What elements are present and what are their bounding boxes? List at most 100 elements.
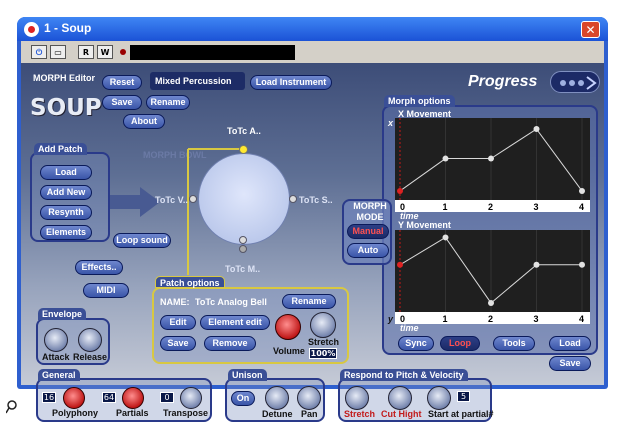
load-instrument-button[interactable]: Load Instrument [250,75,332,90]
morph-node-left[interactable] [189,195,197,203]
unison-title: Unison [228,369,267,381]
x-tick-label: 2 [488,202,493,212]
x-point [488,155,494,162]
cut-hight-knob[interactable] [388,386,412,410]
unison-on-button[interactable]: On [231,391,255,406]
partials-knob[interactable] [122,387,144,409]
x-movement-chart[interactable]: 01234 [395,118,590,224]
add-new-button[interactable]: Add New [40,185,92,200]
record-indicator [120,49,126,55]
power-button[interactable]: ⏻ [31,45,47,59]
pan-knob[interactable] [297,386,321,410]
progress-brand: Progress [468,73,538,90]
y-point [442,234,449,241]
x-point [397,187,403,194]
progress-logo-icon [550,71,600,93]
rename-button[interactable]: Rename [146,95,190,110]
patch-rename-button[interactable]: Rename [282,294,336,309]
y-time-label: time [400,323,419,333]
x-time-label: time [400,211,419,221]
add-patch-load-button[interactable]: Load [40,165,92,180]
respond-stretch-knob[interactable] [345,386,369,410]
write-automation-button[interactable]: W [97,45,113,59]
x-tick-label: 4 [579,202,584,212]
element-edit-button[interactable]: Element edit [200,315,270,330]
resynth-button[interactable]: Resynth [40,205,92,220]
auto-mode-button[interactable]: Auto [347,243,389,258]
sync-button[interactable]: Sync [398,336,434,351]
detune-knob[interactable] [265,386,289,410]
y-point [579,261,585,268]
transpose-knob[interactable] [180,387,202,409]
loop-button[interactable]: Loop [440,336,480,351]
add-patch-title: Add Patch [34,143,87,155]
morph-options-title: Morph options [384,95,455,107]
stretch-knob[interactable] [310,312,336,338]
start-partial-knob[interactable] [427,386,451,410]
morph-slot-left-label: ToTc V.. [155,195,188,205]
manual-mode-button[interactable]: Manual [347,224,389,239]
read-automation-button[interactable]: R [78,45,94,59]
morph-cursor-handle[interactable] [239,145,248,154]
morph-node-right[interactable] [289,195,297,203]
y-plot-area [395,230,590,312]
respond-title: Respond to Pitch & Velocity [340,369,468,381]
stretch-value[interactable]: 100% [309,348,337,359]
sizing-icon [6,400,17,414]
tools-button[interactable]: Tools [493,336,535,351]
release-label: Release [73,352,108,362]
morph-node-bottom-2 [239,245,247,253]
partials-value[interactable]: 64 [102,392,116,403]
x-axis-letter: x [388,118,394,128]
morph-slot-right-label: ToTc S.. [299,195,333,205]
save-button[interactable]: Save [102,95,142,110]
cut-hight-label: Cut Hight [381,409,422,419]
about-button[interactable]: About [123,114,165,129]
y-axis-letter: y [388,314,394,324]
patch-name-display[interactable]: Mixed Percussion [150,72,245,90]
remove-button[interactable]: Remove [204,336,256,351]
reset-button[interactable]: Reset [102,75,142,90]
x-point [442,155,449,162]
release-knob[interactable] [78,328,102,352]
loop-sound-button[interactable]: Loop sound [113,233,171,248]
y-tick-label: 3 [534,314,539,324]
morph-editor-label: MORPH Editor [33,73,95,83]
respond-stretch-label: Stretch [344,409,376,419]
polyphony-label: Polyphony [52,408,99,418]
midi-button[interactable]: MIDI [83,283,129,298]
transpose-label: Transpose [163,408,209,418]
patch-edit-button[interactable]: Edit [160,315,196,330]
close-button[interactable]: ✕ [581,21,600,38]
morph-save-button[interactable]: Save [549,356,591,371]
x-point [579,187,585,194]
patch-name-label: NAME: [160,297,190,307]
morph-node-bottom[interactable] [239,236,247,244]
x-tick-label: 1 [443,202,448,212]
title-bar [17,17,608,41]
transpose-value[interactable]: 0 [160,392,174,403]
polyphony-value[interactable]: 16 [42,392,56,403]
stretch-label: Stretch [308,337,340,347]
elements-button[interactable]: Elements [40,225,92,240]
volume-knob[interactable] [275,314,301,340]
app-icon [24,22,39,37]
envelope-title: Envelope [38,308,87,320]
attack-knob[interactable] [44,328,68,352]
start-partial-value[interactable]: 5 [457,391,470,402]
monitor-button[interactable]: ▭ [50,45,66,59]
y-tick-label: 4 [579,314,584,324]
pan-label: Pan [301,409,318,419]
x-point [533,126,540,133]
morph-load-button[interactable]: Load [549,336,591,351]
polyphony-knob[interactable] [63,387,85,409]
effects-button[interactable]: Effects.. [75,260,123,275]
morph-bowl[interactable] [198,153,290,245]
preset-display[interactable] [130,45,295,60]
patch-save-button[interactable]: Save [160,336,196,351]
patch-name-value: ToTc Analog Bell [195,297,267,307]
partials-label: Partials [116,408,149,418]
window-title: 1 - Soup [44,21,92,35]
y-movement-chart[interactable]: 01234 [395,230,590,336]
start-at-partial-label: Start at partial# [428,409,494,419]
